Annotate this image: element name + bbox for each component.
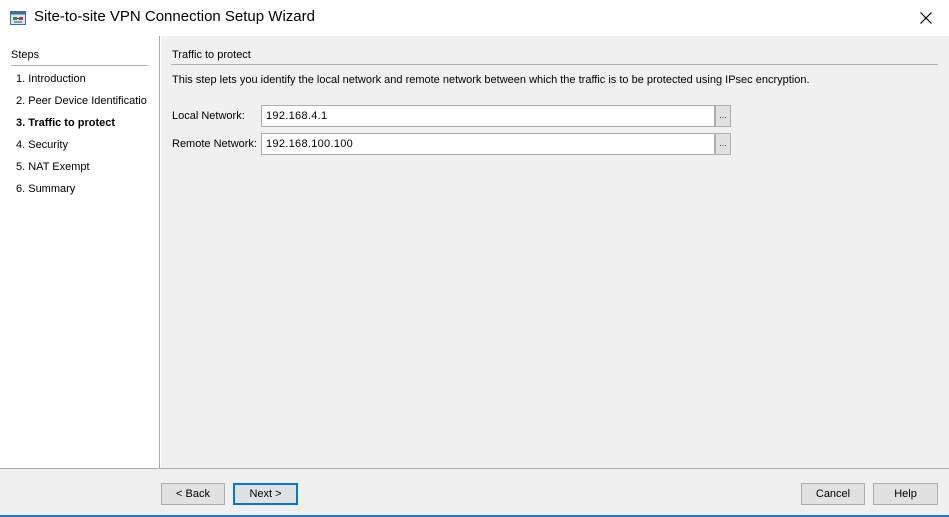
local-network-browse-button[interactable]: ... — [715, 105, 731, 127]
steps-sidebar: Steps 1. Introduction 2. Peer Device Ide… — [0, 36, 160, 468]
step-traffic-to-protect: 3. Traffic to protect — [16, 117, 116, 129]
remote-network-input[interactable] — [261, 133, 715, 155]
step-introduction: 1. Introduction — [16, 73, 86, 85]
steps-header: Steps — [11, 49, 40, 61]
network-icon — [10, 11, 26, 25]
title-bar: Site-to-site VPN Connection Setup Wizard — [0, 0, 949, 36]
back-button[interactable]: < Back — [161, 483, 225, 505]
main-panel: Traffic to protect This step lets you id… — [161, 36, 949, 468]
section-title: Traffic to protect — [172, 49, 251, 61]
section-divider — [171, 64, 938, 65]
step-nat-exempt: 5. NAT Exempt — [16, 161, 90, 173]
step-description: This step lets you identify the local ne… — [172, 74, 810, 86]
next-button[interactable]: Next > — [233, 483, 298, 505]
close-icon[interactable] — [920, 12, 932, 24]
close-button[interactable] — [903, 0, 949, 36]
remote-network-browse-button[interactable]: ... — [715, 133, 731, 155]
remote-network-label: Remote Network: — [172, 138, 257, 150]
steps-divider — [11, 65, 148, 66]
window-title: Site-to-site VPN Connection Setup Wizard — [34, 8, 315, 25]
step-summary: 6. Summary — [16, 183, 76, 195]
cancel-button[interactable]: Cancel — [801, 483, 865, 505]
step-security: 4. Security — [16, 139, 68, 151]
wizard-footer: < Back Next > Cancel Help — [0, 468, 949, 515]
local-network-input[interactable] — [261, 105, 715, 127]
help-button[interactable]: Help — [873, 483, 938, 505]
local-network-label: Local Network: — [172, 110, 245, 122]
step-peer-device-identification: 2. Peer Device Identificatio — [16, 95, 147, 107]
